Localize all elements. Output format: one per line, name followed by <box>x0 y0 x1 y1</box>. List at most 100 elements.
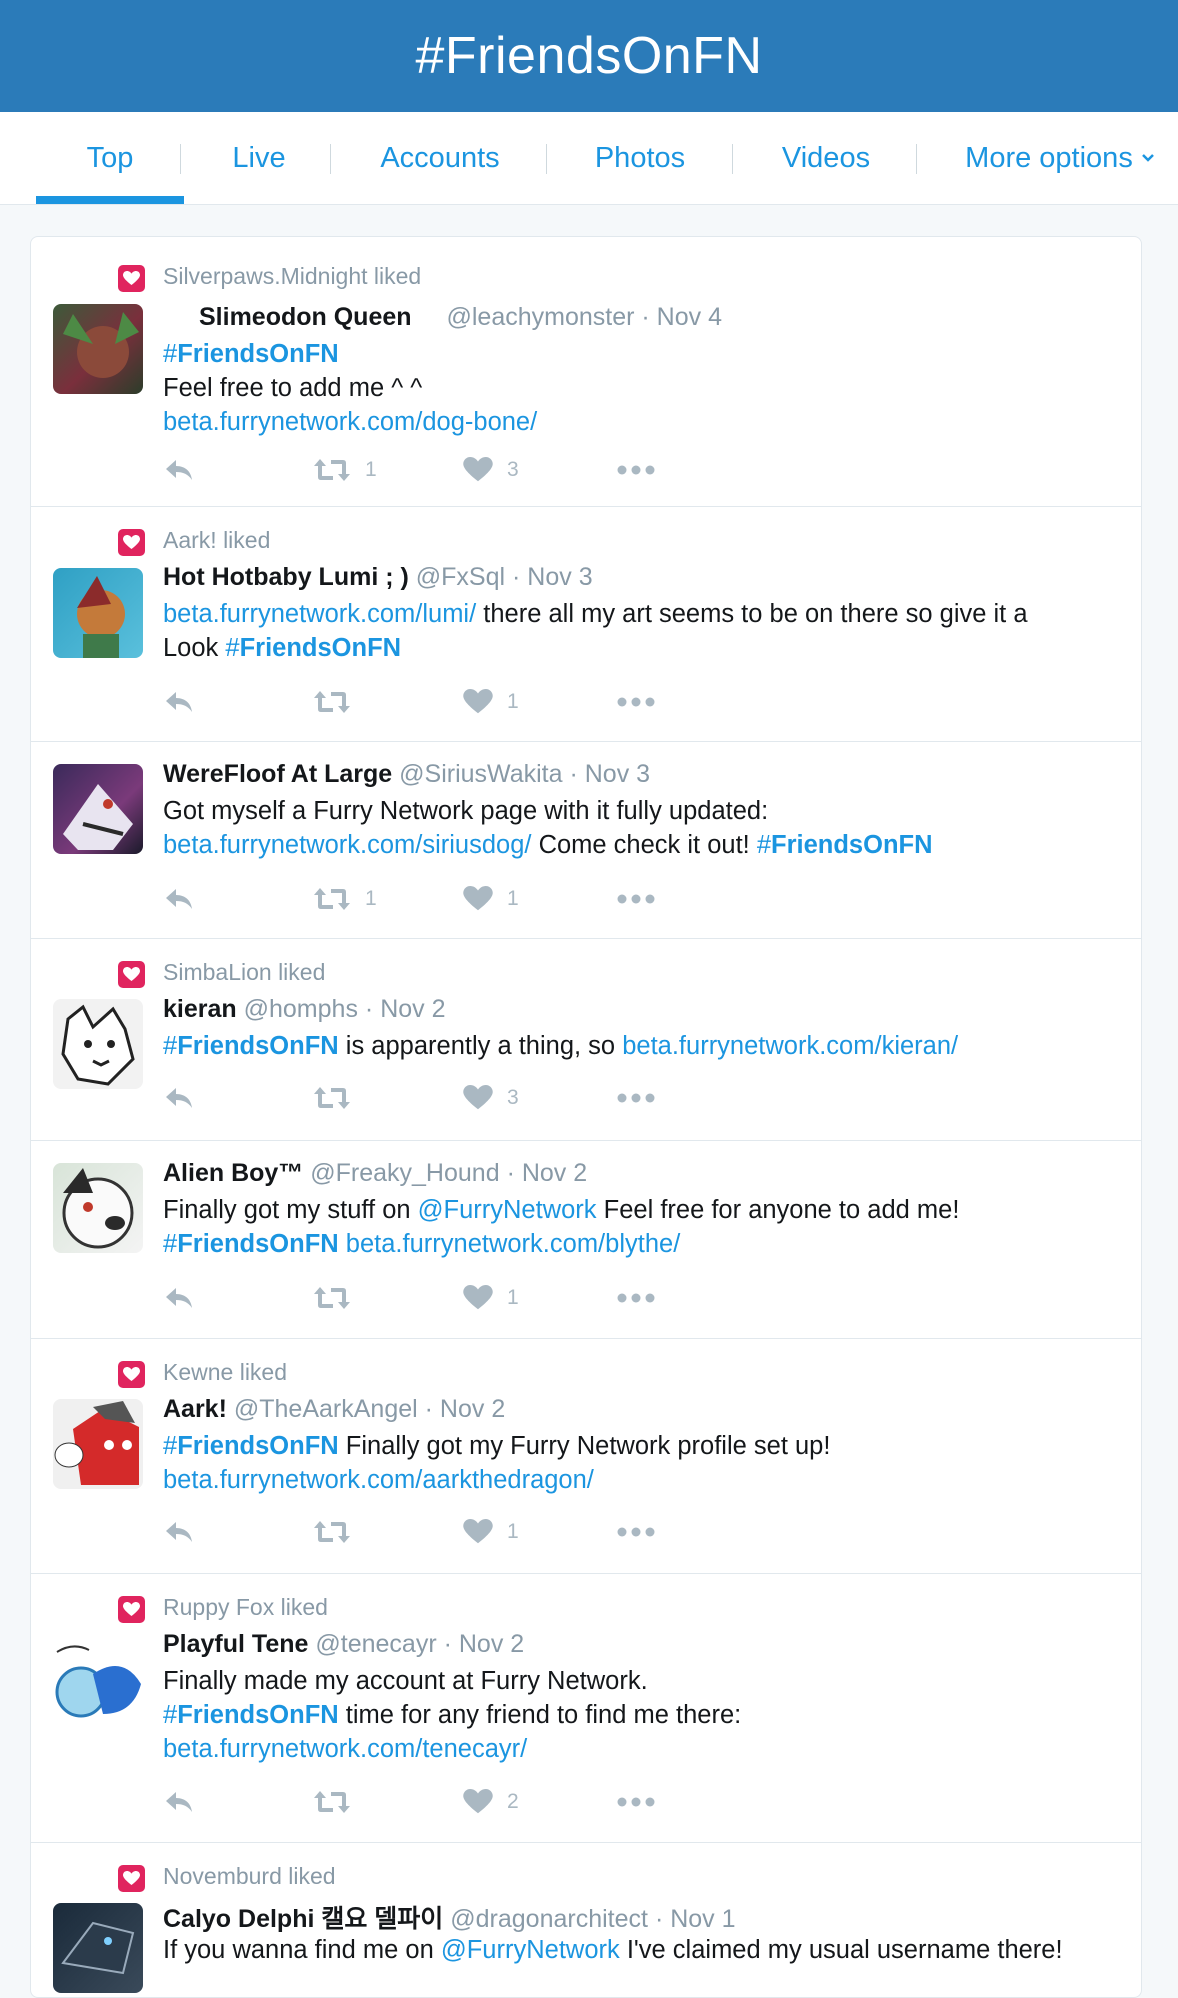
user-handle[interactable]: @SiriusWakita <box>399 760 562 788</box>
profile-link[interactable]: beta.furrynetwork.com/blythe/ <box>346 1230 680 1258</box>
avatar[interactable] <box>53 304 143 394</box>
avatar[interactable] <box>53 1163 143 1253</box>
reply-button[interactable] <box>163 453 195 487</box>
like-button[interactable]: 1 <box>463 1281 519 1315</box>
tab-top[interactable]: Top <box>36 112 184 204</box>
more-button[interactable] <box>616 453 656 487</box>
hashtag-link[interactable]: #FriendsOnFN <box>163 340 339 368</box>
tweet-date[interactable]: Nov 1 <box>670 1905 735 1933</box>
retweet-button[interactable]: 1 <box>313 882 377 916</box>
retweet-icon <box>314 459 350 481</box>
avatar[interactable] <box>53 1903 143 1993</box>
avatar[interactable] <box>53 568 143 658</box>
tweet-actions: 1 1 <box>163 882 663 916</box>
avatar[interactable] <box>53 1634 143 1724</box>
tweet-date[interactable]: Nov 2 <box>459 1630 524 1658</box>
display-name[interactable]: Alien Boy™ <box>163 1159 303 1187</box>
tweet-item: Silverpaws.Midnight liked Slimeodon Quee… <box>31 237 1141 507</box>
user-handle[interactable]: @FxSql <box>416 563 505 591</box>
retweet-button[interactable] <box>313 1081 351 1115</box>
heart-icon <box>118 1361 145 1388</box>
hashtag-link[interactable]: #FriendsOnFN <box>757 831 933 859</box>
retweet-button[interactable] <box>313 1281 351 1315</box>
user-handle[interactable]: @Freaky_Hound <box>310 1159 499 1187</box>
tweet-date[interactable]: Nov 3 <box>527 563 592 591</box>
display-name[interactable]: Hot Hotbaby Lumi ; ) <box>163 563 409 591</box>
tab-accounts[interactable]: Accounts <box>360 112 520 204</box>
user-handle[interactable]: @homphs <box>244 995 358 1023</box>
avatar[interactable] <box>53 999 143 1089</box>
profile-link[interactable]: beta.furrynetwork.com/tenecayr/ <box>163 1735 527 1763</box>
retweet-button[interactable]: 1 <box>313 453 377 487</box>
reply-button[interactable] <box>163 1081 195 1115</box>
more-button[interactable] <box>616 1281 656 1315</box>
tab-photos[interactable]: Photos <box>570 112 710 204</box>
display-name[interactable]: WereFloof At Large <box>163 760 392 788</box>
retweet-button[interactable] <box>313 685 351 719</box>
retweet-button[interactable] <box>313 1785 351 1819</box>
reply-icon <box>166 1522 192 1542</box>
user-handle[interactable]: @TheAarkAngel <box>234 1395 418 1423</box>
hashtag-link[interactable]: #FriendsOnFN <box>163 1432 339 1460</box>
reply-button[interactable] <box>163 882 195 916</box>
avatar[interactable] <box>53 1399 143 1489</box>
profile-link[interactable]: beta.furrynetwork.com/siriusdog/ <box>163 831 531 859</box>
tweet-date[interactable]: Nov 2 <box>440 1395 505 1423</box>
tab-more-options[interactable]: More options <box>960 112 1160 204</box>
tweet-date[interactable]: Nov 3 <box>585 760 650 788</box>
hashtag-link[interactable]: #FriendsOnFN <box>163 1230 339 1258</box>
profile-link[interactable]: beta.furrynetwork.com/kieran/ <box>622 1032 958 1060</box>
avatar[interactable] <box>53 764 143 854</box>
user-handle[interactable]: @tenecayr <box>315 1630 436 1658</box>
more-button[interactable] <box>616 882 656 916</box>
retweet-button[interactable] <box>313 1515 351 1549</box>
more-button[interactable] <box>616 685 656 719</box>
tweet-item: Alien Boy™ @Freaky_Hound · Nov 2 Finally… <box>31 1141 1141 1339</box>
like-button[interactable]: 1 <box>463 685 519 719</box>
tweet-header: WereFloof At Large @SiriusWakita · Nov 3 <box>163 760 650 789</box>
liked-by-label: Aark! liked <box>163 527 271 553</box>
display-name[interactable]: Playful Tene <box>163 1630 308 1658</box>
mention-link[interactable]: @FurryNetwork <box>441 1936 620 1964</box>
more-button[interactable] <box>616 1515 656 1549</box>
display-name[interactable]: Aark! <box>163 1395 227 1423</box>
like-count: 1 <box>507 1520 519 1543</box>
like-button[interactable]: 1 <box>463 882 519 916</box>
more-dots-icon <box>617 1797 655 1807</box>
tweet-date[interactable]: Nov 4 <box>657 303 722 331</box>
tweet-text: #FriendsOnFN Feel free to add me ^ ^ bet… <box>163 337 1093 439</box>
profile-link[interactable]: beta.furrynetwork.com/dog-bone/ <box>163 408 537 436</box>
separator-dot: · <box>512 563 521 591</box>
profile-link[interactable]: beta.furrynetwork.com/lumi/ <box>163 600 476 628</box>
page-title: #FriendsOnFN <box>415 27 763 85</box>
more-button[interactable] <box>616 1785 656 1819</box>
tweet-actions: 1 <box>163 1281 663 1315</box>
hashtag-link[interactable]: #FriendsOnFN <box>225 634 401 662</box>
reply-button[interactable] <box>163 685 195 719</box>
tweet-header: Alien Boy™ @Freaky_Hound · Nov 2 <box>163 1159 587 1188</box>
more-button[interactable] <box>616 1081 656 1115</box>
tab-videos[interactable]: Videos <box>756 112 896 204</box>
mention-link[interactable]: @FurryNetwork <box>418 1196 597 1224</box>
like-button[interactable]: 3 <box>463 1081 519 1115</box>
reply-button[interactable] <box>163 1281 195 1315</box>
display-name[interactable]: Calyo Delphi 캘요 델파이 <box>163 1905 443 1933</box>
display-name[interactable]: kieran <box>163 995 237 1023</box>
reply-button[interactable] <box>163 1785 195 1819</box>
reply-button[interactable] <box>163 1515 195 1549</box>
user-handle[interactable]: @leachymonster <box>446 303 634 331</box>
profile-link[interactable]: beta.furrynetwork.com/aarkthedragon/ <box>163 1466 594 1494</box>
like-button[interactable]: 1 <box>463 1515 519 1549</box>
display-name[interactable]: Slimeodon Queen <box>199 303 412 331</box>
hashtag-link[interactable]: #FriendsOnFN <box>163 1701 339 1729</box>
like-button[interactable]: 2 <box>463 1785 519 1819</box>
user-handle[interactable]: @dragonarchitect <box>450 1905 648 1933</box>
reply-icon <box>166 1792 192 1812</box>
tweet-date[interactable]: Nov 2 <box>380 995 445 1023</box>
like-button[interactable]: 3 <box>463 453 519 487</box>
hashtag-link[interactable]: #FriendsOnFN <box>163 1032 339 1060</box>
tab-divider <box>916 144 917 174</box>
tweet-date[interactable]: Nov 2 <box>522 1159 587 1187</box>
reply-icon <box>166 692 192 712</box>
tab-live[interactable]: Live <box>194 112 324 204</box>
